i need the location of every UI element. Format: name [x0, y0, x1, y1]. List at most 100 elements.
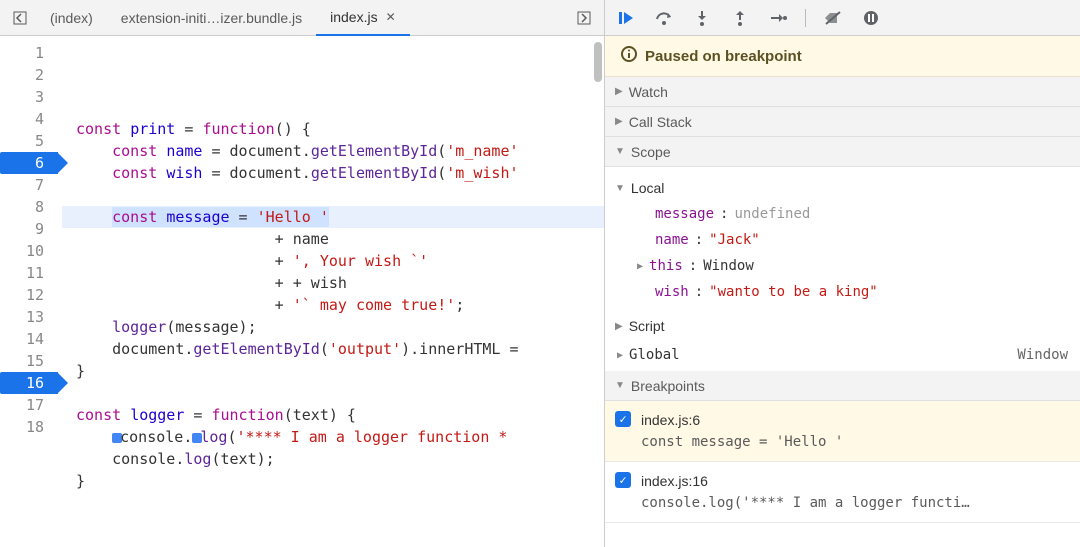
- line-number[interactable]: 11: [0, 262, 58, 284]
- code-line[interactable]: [62, 184, 604, 206]
- code-line[interactable]: const name = document.getElementById('m_…: [62, 140, 604, 162]
- resume-button[interactable]: [615, 7, 637, 29]
- info-icon: [621, 46, 637, 66]
- scope-global-value: Window: [1017, 347, 1068, 363]
- section-scope[interactable]: ▼ Scope: [605, 137, 1080, 167]
- close-icon[interactable]: ✕: [386, 10, 396, 24]
- line-number[interactable]: 9: [0, 218, 58, 240]
- pause-on-exceptions-button[interactable]: [860, 7, 882, 29]
- step-out-button[interactable]: [729, 7, 751, 29]
- debugger-toolbar: [605, 0, 1080, 36]
- deactivate-breakpoints-button[interactable]: [822, 7, 844, 29]
- line-number[interactable]: 8: [0, 196, 58, 218]
- source-panel: (index) extension-initi…izer.bundle.js i…: [0, 0, 605, 547]
- section-label: Scope: [631, 144, 671, 160]
- line-number[interactable]: 7: [0, 174, 58, 196]
- code-area[interactable]: const print = function() { const name = …: [62, 36, 604, 547]
- scope-local-label: Local: [631, 180, 664, 196]
- tab-label: (index): [50, 10, 93, 26]
- breakpoint-location: index.js:6: [641, 409, 1066, 431]
- next-tab-button[interactable]: [572, 6, 596, 30]
- chevron-right-icon: ▶: [615, 86, 623, 97]
- section-breakpoints[interactable]: ▼ Breakpoints: [605, 371, 1080, 401]
- code-line[interactable]: [62, 382, 604, 404]
- scope-local-header[interactable]: ▼ Local: [615, 175, 1070, 201]
- code-line[interactable]: const logger = function(text) {: [62, 404, 604, 426]
- tab-extension-bundle[interactable]: extension-initi…izer.bundle.js: [107, 0, 316, 36]
- chevron-down-icon: ▼: [615, 183, 625, 194]
- code-line[interactable]: const wish = document.getElementById('m_…: [62, 162, 604, 184]
- section-watch[interactable]: ▶ Watch: [605, 77, 1080, 107]
- scope-script-label: Script: [629, 318, 665, 334]
- chevron-right-icon: ▶: [615, 321, 623, 332]
- code-line[interactable]: document.getElementById('output').innerH…: [62, 338, 604, 360]
- line-number[interactable]: 4: [0, 108, 58, 130]
- code-line[interactable]: + '` may come true!';: [62, 294, 604, 316]
- breakpoints-body: ✓ index.js:6const message = 'Hello ' ✓ inde…: [605, 401, 1080, 523]
- scrollbar-thumb[interactable]: [594, 42, 602, 82]
- section-label: Call Stack: [629, 114, 692, 130]
- tab-label: extension-initi…izer.bundle.js: [121, 10, 302, 26]
- scope-global-header[interactable]: ▶ Global Window: [605, 343, 1080, 367]
- scope-variable[interactable]: message: undefined: [637, 201, 1070, 227]
- breakpoint-item[interactable]: ✓ index.js:6const message = 'Hello ': [605, 401, 1080, 462]
- step-button[interactable]: [767, 7, 789, 29]
- code-line[interactable]: + ', Your wish `': [62, 250, 604, 272]
- breakpoint-checkbox[interactable]: ✓: [615, 472, 631, 488]
- section-callstack[interactable]: ▶ Call Stack: [605, 107, 1080, 137]
- breakpoint-checkbox[interactable]: ✓: [615, 411, 631, 427]
- scope-variable[interactable]: ▶ this: Window: [637, 253, 1070, 279]
- line-number[interactable]: 15: [0, 350, 58, 372]
- toolbar-divider: [805, 9, 806, 27]
- scope-variable[interactable]: name: "Jack": [637, 227, 1070, 253]
- line-number[interactable]: 10: [0, 240, 58, 262]
- section-label: Watch: [629, 84, 668, 100]
- prev-tab-button[interactable]: [8, 6, 32, 30]
- tab-indexjs[interactable]: index.js ✕: [316, 0, 410, 36]
- code-line[interactable]: [62, 96, 604, 118]
- step-into-button[interactable]: [691, 7, 713, 29]
- line-number[interactable]: 1: [0, 42, 58, 64]
- scope-global-label: Global: [629, 347, 680, 363]
- tab-bar: (index) extension-initi…izer.bundle.js i…: [0, 0, 604, 36]
- line-number[interactable]: 12: [0, 284, 58, 306]
- line-number[interactable]: 13: [0, 306, 58, 328]
- code-line[interactable]: const message = 'Hello ': [62, 206, 604, 228]
- chevron-right-icon: ▶: [617, 350, 623, 361]
- code-editor[interactable]: 123456789101112131415161718 const print …: [0, 36, 604, 547]
- chevron-down-icon: ▼: [615, 380, 625, 391]
- line-number[interactable]: 17: [0, 394, 58, 416]
- breakpoint-item[interactable]: ✓ index.js:16console.log('**** I am a log…: [605, 462, 1080, 523]
- step-over-button[interactable]: [653, 7, 675, 29]
- tab-label: index.js: [330, 9, 377, 25]
- code-line[interactable]: }: [62, 470, 604, 492]
- paused-banner: Paused on breakpoint: [605, 36, 1080, 77]
- section-label: Breakpoints: [631, 378, 705, 394]
- chevron-down-icon: ▼: [615, 146, 625, 157]
- code-line[interactable]: const print = function() {: [62, 118, 604, 140]
- code-line[interactable]: logger(message);: [62, 316, 604, 338]
- line-number[interactable]: 2: [0, 64, 58, 86]
- code-line[interactable]: console.log('**** I am a logger function…: [62, 426, 604, 448]
- line-number[interactable]: 6: [0, 152, 58, 174]
- code-line[interactable]: + + wish: [62, 272, 604, 294]
- line-number[interactable]: 5: [0, 130, 58, 152]
- code-line[interactable]: }: [62, 360, 604, 382]
- chevron-right-icon: ▶: [615, 116, 623, 127]
- line-number[interactable]: 16: [0, 372, 58, 394]
- breakpoint-code: const message = 'Hello ': [641, 431, 1066, 453]
- line-number[interactable]: 3: [0, 86, 58, 108]
- breakpoint-location: index.js:16: [641, 470, 1066, 492]
- debugger-panel: Paused on breakpoint ▶ Watch ▶ Call Stac…: [605, 0, 1080, 547]
- line-number[interactable]: 18: [0, 416, 58, 438]
- breakpoint-code: console.log('**** I am a logger functi…: [641, 492, 1066, 514]
- tab-index[interactable]: (index): [36, 0, 107, 36]
- scope-script-header[interactable]: ▶ Script: [615, 313, 1070, 339]
- scope-body: ▼ Local message: undefinedname: "Jack"▶ …: [605, 167, 1080, 371]
- scope-variable[interactable]: wish: "wanto to be a king": [637, 279, 1070, 305]
- line-number[interactable]: 14: [0, 328, 58, 350]
- line-gutter[interactable]: 123456789101112131415161718: [0, 36, 62, 547]
- paused-message: Paused on breakpoint: [645, 48, 802, 65]
- code-line[interactable]: + name: [62, 228, 604, 250]
- code-line[interactable]: console.log(text);: [62, 448, 604, 470]
